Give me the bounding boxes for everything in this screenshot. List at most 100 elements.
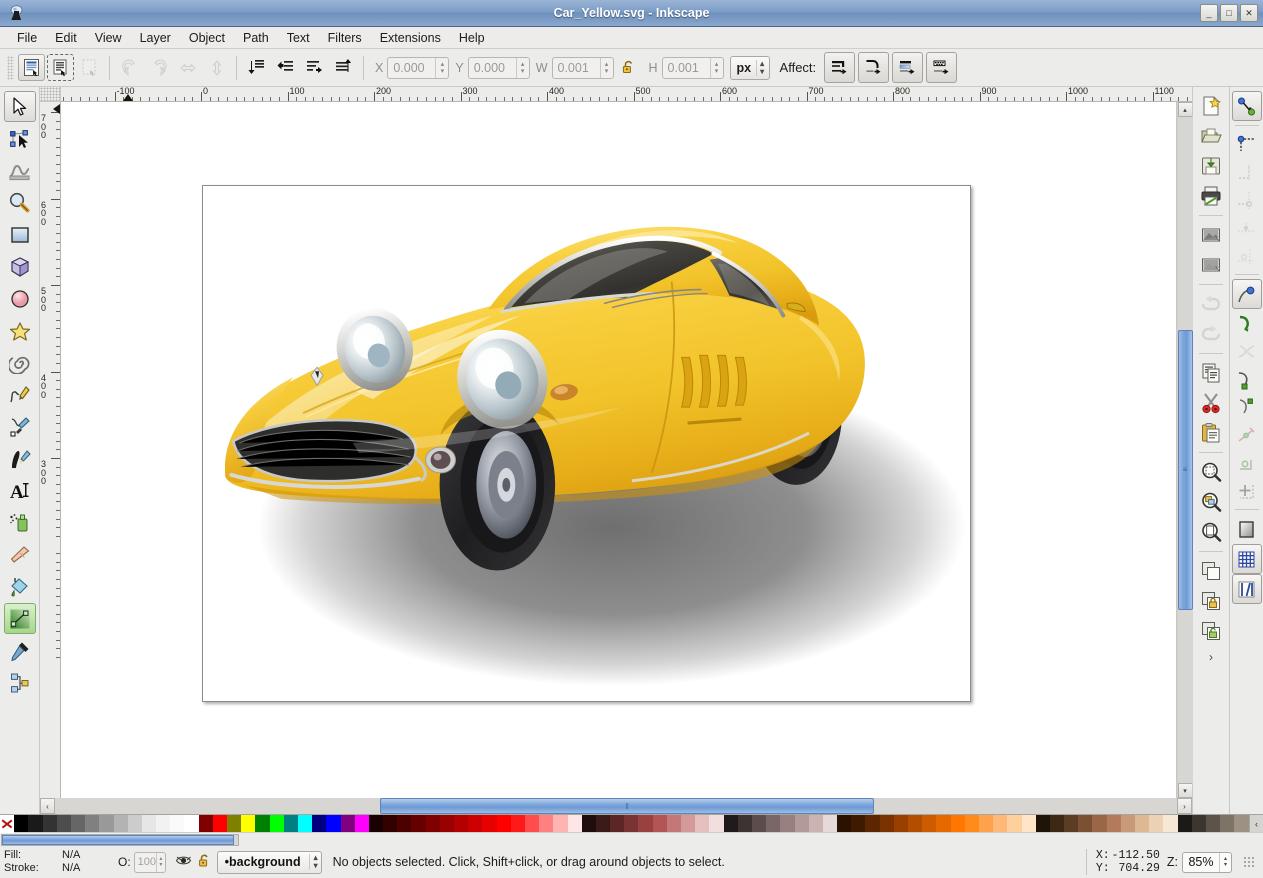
scroll-up-button[interactable]: ▴ — [1177, 102, 1193, 117]
palette-swatch[interactable] — [1149, 815, 1164, 833]
opacity-control[interactable]: O: 100 ▴ ▾ — [118, 851, 166, 873]
select-all-button[interactable] — [18, 54, 45, 81]
palette-swatch[interactable] — [624, 815, 639, 833]
palette-swatch[interactable] — [312, 815, 327, 833]
calligraphy-tool[interactable] — [4, 443, 36, 474]
snap-to-smooth-nodes-toggle[interactable] — [1232, 393, 1262, 421]
ruler-corner[interactable] — [40, 87, 61, 102]
palette-swatch[interactable] — [1163, 815, 1178, 833]
lower-to-bottom-button[interactable] — [330, 54, 357, 81]
close-button[interactable]: ✕ — [1240, 4, 1258, 22]
group-button[interactable] — [1196, 586, 1226, 616]
menu-extensions[interactable]: Extensions — [371, 29, 450, 47]
open-document-button[interactable] — [1196, 121, 1226, 151]
scroll-down-button[interactable]: ▾ — [1177, 783, 1193, 798]
snap-rotation-centers-toggle[interactable] — [1232, 477, 1262, 505]
palette-swatch[interactable] — [425, 815, 440, 833]
palette-swatch[interactable] — [383, 815, 398, 833]
vertical-scroll-thumb[interactable]: ≡ — [1177, 330, 1193, 610]
palette-swatch[interactable] — [70, 815, 86, 833]
zoom-control[interactable]: Z: 85% ▴ ▾ — [1167, 851, 1232, 873]
commands-dock-overflow[interactable]: › — [1209, 646, 1213, 668]
rotate-90-ccw-button[interactable] — [116, 54, 143, 81]
layer-selector[interactable]: •background ▴ ▾ — [216, 850, 322, 874]
snap-bounding-boxes-toggle[interactable] — [1232, 130, 1262, 158]
palette-swatch[interactable] — [411, 815, 426, 833]
print-document-button[interactable] — [1196, 181, 1226, 211]
save-document-button[interactable] — [1196, 151, 1226, 181]
snap-page-border-toggle[interactable] — [1232, 514, 1262, 544]
connector-tool[interactable] — [4, 667, 36, 698]
deselect-button[interactable] — [76, 54, 103, 81]
window-resize-grip[interactable] — [1243, 856, 1255, 868]
opacity-field[interactable]: 100 ▴ ▾ — [133, 851, 166, 873]
palette-swatch[interactable] — [156, 815, 171, 833]
yellow-sports-car-illustration[interactable] — [203, 186, 970, 701]
affect-scale-stroke-width[interactable] — [824, 52, 856, 83]
palette-swatch[interactable] — [1035, 815, 1050, 833]
toolbar-grip[interactable] — [7, 55, 14, 80]
copy-button[interactable] — [1196, 358, 1226, 388]
palette-swatch[interactable] — [326, 815, 341, 833]
palette-swatch[interactable] — [553, 815, 568, 833]
palette-swatch[interactable] — [879, 815, 894, 833]
palette-swatch[interactable] — [241, 815, 256, 833]
menu-file[interactable]: File — [8, 29, 46, 47]
palette-swatch[interactable] — [212, 815, 227, 833]
raise-to-top-button[interactable] — [243, 54, 270, 81]
select-all-in-all-layers-button[interactable] — [47, 54, 74, 81]
menu-edit[interactable]: Edit — [46, 29, 86, 47]
palette-swatch[interactable] — [397, 815, 412, 833]
snap-bbox-edge-midpoints-toggle[interactable] — [1232, 214, 1262, 242]
palette-swatch[interactable] — [794, 815, 809, 833]
opacity-stepper[interactable]: ▴ ▾ — [156, 852, 165, 872]
palette-swatch[interactable] — [340, 815, 355, 833]
ungroup-button[interactable] — [1196, 616, 1226, 646]
palette-swatch[interactable] — [567, 815, 582, 833]
palette-swatch[interactable] — [1120, 815, 1135, 833]
palette-swatch[interactable] — [297, 815, 313, 833]
snap-midpoints-line-segments-toggle[interactable] — [1232, 421, 1262, 449]
lower-button[interactable] — [301, 54, 328, 81]
scroll-right-button[interactable]: › — [1177, 798, 1192, 814]
lock-wh-ratio-toggle[interactable] — [615, 54, 642, 81]
palette-swatch[interactable] — [766, 815, 781, 833]
palette-swatch[interactable] — [454, 815, 469, 833]
snap-to-cusp-nodes-toggle[interactable] — [1232, 365, 1262, 393]
palette-swatch[interactable] — [510, 815, 525, 833]
flip-vertical-button[interactable] — [203, 54, 230, 81]
zoom-field[interactable]: 85% ▴ ▾ — [1182, 851, 1232, 873]
star-tool[interactable] — [4, 315, 36, 346]
menu-view[interactable]: View — [86, 29, 131, 47]
palette-swatch[interactable] — [524, 815, 540, 833]
palette-swatch[interactable] — [1220, 815, 1235, 833]
tweak-tool[interactable] — [4, 155, 36, 186]
palette-swatch[interactable] — [936, 815, 951, 833]
units-dropdown[interactable]: px ▴ ▾ — [729, 55, 770, 80]
palette-swatch[interactable] — [99, 815, 114, 833]
spiral-tool[interactable] — [4, 347, 36, 378]
canvas-horizontal-scrollbar[interactable]: ‹ ‖ › — [40, 798, 1192, 814]
eraser-tool[interactable] — [4, 539, 36, 570]
palette-swatch[interactable] — [539, 815, 554, 833]
y-field-stepper[interactable]: ▴ ▾ — [515, 57, 529, 78]
h-field-stepper[interactable]: ▴ ▾ — [709, 57, 723, 78]
palette-swatch[interactable] — [780, 815, 795, 833]
drawing-canvas[interactable] — [61, 102, 1177, 798]
palette-swatch[interactable] — [28, 815, 43, 833]
palette-swatch[interactable] — [1064, 815, 1079, 833]
palette-swatch[interactable] — [198, 815, 213, 833]
zoom-page-button[interactable] — [1196, 517, 1226, 547]
zoom-drawing-button[interactable] — [1196, 487, 1226, 517]
palette-swatch[interactable] — [283, 815, 298, 833]
snap-bbox-corners-toggle[interactable] — [1232, 186, 1262, 214]
x-field[interactable]: 0.000 ▴ ▾ — [387, 56, 450, 79]
w-field-stepper[interactable]: ▴ ▾ — [599, 57, 613, 78]
paste-button[interactable] — [1196, 418, 1226, 448]
horizontal-scroll-trough[interactable]: ‖ — [55, 798, 1177, 814]
rotate-90-cw-button[interactable] — [145, 54, 172, 81]
palette-swatch[interactable] — [851, 815, 866, 833]
vertical-ruler[interactable]: 700 600 500 400 300 — [40, 102, 61, 798]
palette-swatch[interactable] — [751, 815, 767, 833]
snap-nodes-paths-toggle[interactable] — [1231, 279, 1262, 309]
